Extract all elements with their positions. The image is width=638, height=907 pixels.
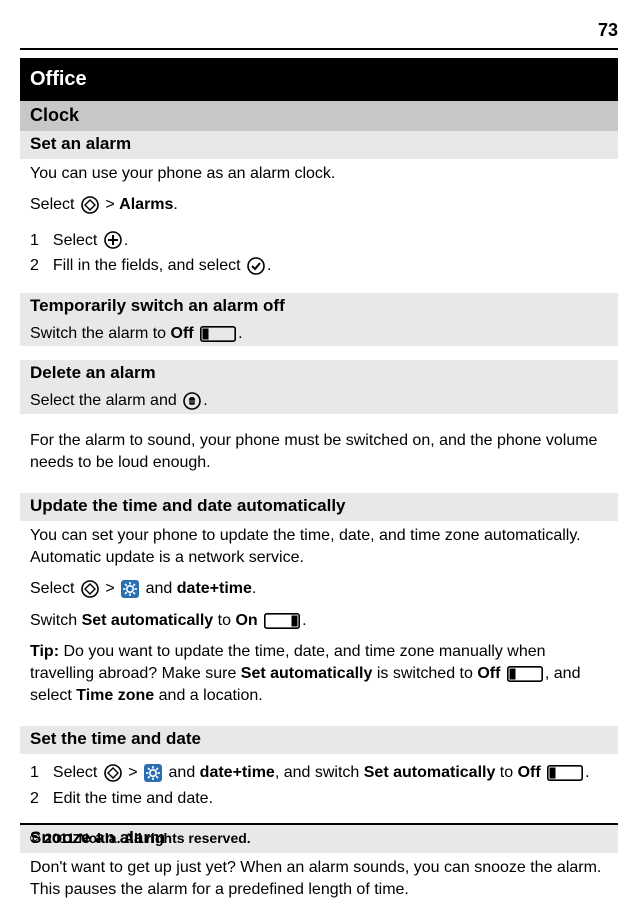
- step-number: 2: [20, 253, 53, 279]
- gear-icon: [144, 764, 162, 782]
- timezone-label: Time zone: [76, 687, 154, 704]
- bottom-rule: [20, 823, 618, 825]
- auto-heading: Update the time and date automatically: [20, 493, 618, 521]
- text: Select: [53, 764, 102, 781]
- text: Select: [30, 196, 79, 213]
- page-number: 73: [20, 18, 618, 44]
- copyright-footer: © 2011 Nokia. All rights reserved.: [20, 829, 618, 858]
- text: .: [585, 764, 589, 781]
- on-label: On: [235, 612, 257, 629]
- page-footer-wrap: © 2011 Nokia. All rights reserved.: [20, 813, 618, 858]
- step-number: 2: [20, 786, 53, 812]
- list-item: 2 Edit the time and date.: [20, 786, 590, 812]
- chapter-heading: Office: [20, 58, 618, 101]
- snooze-body: Don't want to get up just yet? When an a…: [20, 853, 618, 906]
- set-alarm-steps: 1 Select . 2 Fill in the fields, and sel…: [20, 228, 271, 279]
- list-item: 1 Select > and date+time, and switch Set…: [20, 760, 590, 786]
- step-number: 1: [20, 228, 53, 254]
- set-td-steps: 1 Select > and date+time, and switch Set…: [20, 760, 590, 811]
- text: , and switch: [275, 764, 364, 781]
- datetime-label: date+time: [177, 580, 252, 597]
- auto-switch-line: Switch Set automatically to On .: [20, 606, 618, 638]
- text: and: [169, 764, 200, 781]
- text: .: [203, 392, 207, 409]
- plus-icon: [104, 231, 122, 249]
- text: .: [124, 232, 128, 249]
- toggle-on-icon: [264, 613, 300, 629]
- temp-off-body: Switch the alarm to Off .: [20, 321, 618, 347]
- set-auto-label: Set automatically: [82, 612, 214, 629]
- clock-heading: Clock: [20, 101, 618, 130]
- step-number: 1: [20, 760, 53, 786]
- text: and a location.: [154, 687, 263, 704]
- text: Select: [53, 232, 102, 249]
- delete-heading: Delete an alarm: [20, 360, 618, 388]
- alarm-sound-note: For the alarm to sound, your phone must …: [20, 426, 618, 479]
- off-label: Off: [518, 764, 541, 781]
- text: Switch: [30, 612, 82, 629]
- off-label: Off: [171, 325, 194, 342]
- text: Select the alarm and: [30, 392, 181, 409]
- toggle-off-icon: [547, 765, 583, 781]
- list-item: 1 Select .: [20, 228, 271, 254]
- text: .: [267, 257, 271, 274]
- toggle-off-icon: [200, 326, 236, 342]
- text: >: [128, 764, 142, 781]
- text: to: [218, 612, 236, 629]
- text: .: [238, 325, 242, 342]
- text: to: [495, 764, 517, 781]
- text: Select: [30, 580, 79, 597]
- text: Switch the alarm to: [30, 325, 171, 342]
- text: and: [146, 580, 177, 597]
- text: >: [105, 196, 119, 213]
- page: 73 Office Clock Set an alarm You can use…: [0, 0, 638, 907]
- temp-off-heading: Temporarily switch an alarm off: [20, 293, 618, 321]
- gear-icon: [121, 580, 139, 598]
- tip-label: Tip:: [30, 643, 59, 660]
- menu-icon: [81, 580, 99, 598]
- toggle-off-icon: [507, 666, 543, 682]
- text: Fill in the fields, and select: [53, 257, 245, 274]
- text: >: [105, 580, 119, 597]
- set-alarm-heading: Set an alarm: [20, 131, 618, 159]
- auto-intro: You can set your phone to update the tim…: [20, 521, 618, 574]
- step-text: Select > and date+time, and switch Set a…: [53, 760, 590, 786]
- trash-icon: [183, 392, 201, 410]
- menu-icon: [81, 196, 99, 214]
- step-text: Edit the time and date.: [53, 786, 590, 812]
- delete-body: Select the alarm and .: [20, 388, 618, 414]
- top-rule: [20, 48, 618, 50]
- set-alarm-select-line: Select > Alarms.: [20, 190, 618, 222]
- set-td-heading: Set the time and date: [20, 726, 618, 754]
- off-label: Off: [477, 665, 500, 682]
- set-auto-label: Set automatically: [364, 764, 496, 781]
- set-auto-label: Set automatically: [241, 665, 373, 682]
- auto-tip: Tip: Do you want to update the time, dat…: [20, 637, 618, 712]
- list-item: 2 Fill in the fields, and select .: [20, 253, 271, 279]
- check-icon: [247, 257, 265, 275]
- text: is switched to: [372, 665, 477, 682]
- auto-select-line: Select > and date+time.: [20, 574, 618, 606]
- menu-icon: [104, 764, 122, 782]
- alarms-label: Alarms: [119, 196, 173, 213]
- step-text: Fill in the fields, and select .: [53, 253, 272, 279]
- step-text: Select .: [53, 228, 272, 254]
- set-alarm-intro: You can use your phone as an alarm clock…: [20, 159, 618, 191]
- datetime-label: date+time: [200, 764, 275, 781]
